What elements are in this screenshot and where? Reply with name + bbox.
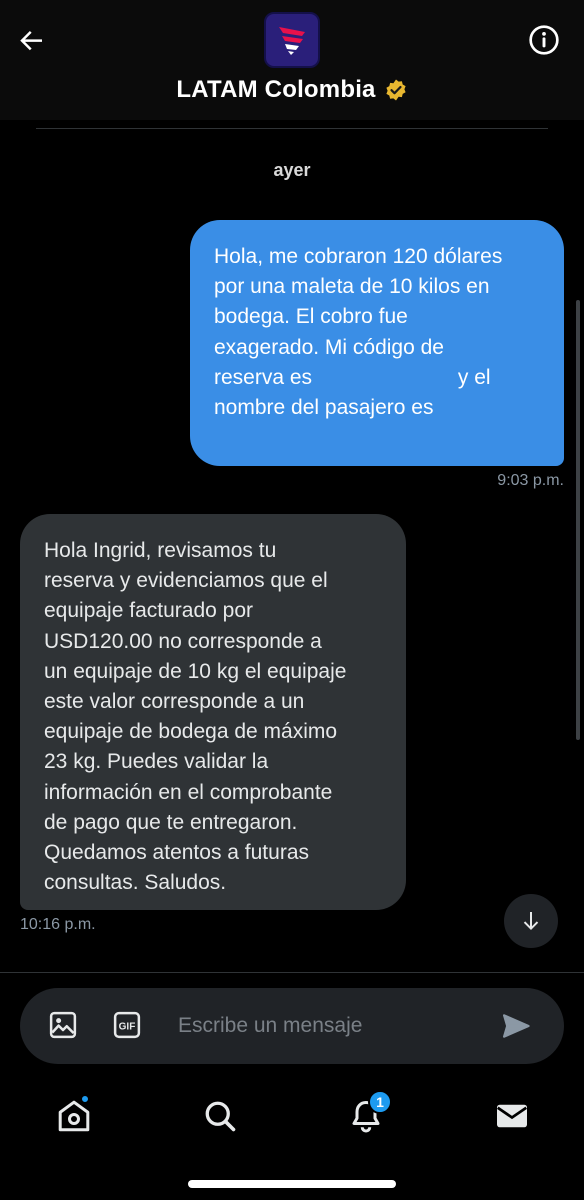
scrollbar[interactable]: [576, 300, 580, 740]
search-icon: [205, 1101, 236, 1132]
incoming-message-text: Hola Ingrid, revisamos tu reserva y evid…: [44, 539, 347, 895]
message-input[interactable]: [178, 1006, 478, 1046]
nav-messages[interactable]: [490, 1094, 534, 1138]
send-icon: [503, 1014, 530, 1038]
verified-badge-icon: [386, 79, 406, 101]
image-icon: [49, 1011, 77, 1039]
incoming-message-bubble[interactable]: Hola Ingrid, revisamos tu reserva y evid…: [20, 514, 406, 910]
nav-home[interactable]: [52, 1094, 96, 1138]
composer-divider: [0, 972, 584, 973]
notification-count-badge: 1: [368, 1090, 392, 1114]
gif-icon: GIF: [113, 1011, 141, 1039]
outgoing-message-bubble[interactable]: Hola, me cobraron 120 dólares por una ma…: [190, 220, 564, 466]
home-notification-dot: [80, 1094, 90, 1104]
add-image-button[interactable]: [46, 1008, 80, 1042]
arrow-left-icon: [20, 31, 42, 51]
outgoing-message-time: 9:03 p.m.: [497, 472, 564, 489]
nav-search[interactable]: [198, 1094, 242, 1138]
scroll-to-bottom-button[interactable]: [504, 894, 558, 948]
chat-title: LATAM Colombia: [176, 76, 376, 103]
arrow-down-icon: [523, 912, 539, 930]
gif-label: GIF: [119, 1022, 136, 1033]
add-gif-button[interactable]: GIF: [110, 1008, 144, 1042]
incoming-message-time: 10:16 p.m.: [20, 916, 96, 933]
info-icon: [529, 25, 559, 55]
info-button[interactable]: [526, 22, 562, 58]
avatar[interactable]: [264, 12, 320, 68]
nav-notifications[interactable]: 1: [344, 1090, 392, 1138]
conversation-header: LATAM Colombia: [0, 0, 584, 120]
title-row: LATAM Colombia: [0, 74, 584, 106]
message-composer: GIF: [20, 988, 564, 1064]
mail-icon: [496, 1104, 528, 1128]
header-divider: [36, 128, 548, 129]
home-indicator[interactable]: [188, 1180, 396, 1188]
outgoing-message-text: Hola, me cobraron 120 dólares por una ma…: [214, 245, 503, 420]
latam-logo-icon: [279, 27, 305, 55]
send-button[interactable]: [498, 1008, 534, 1044]
back-button[interactable]: [14, 22, 50, 58]
date-separator: ayer: [273, 160, 311, 180]
bottom-navigation: 1: [0, 1076, 584, 1156]
